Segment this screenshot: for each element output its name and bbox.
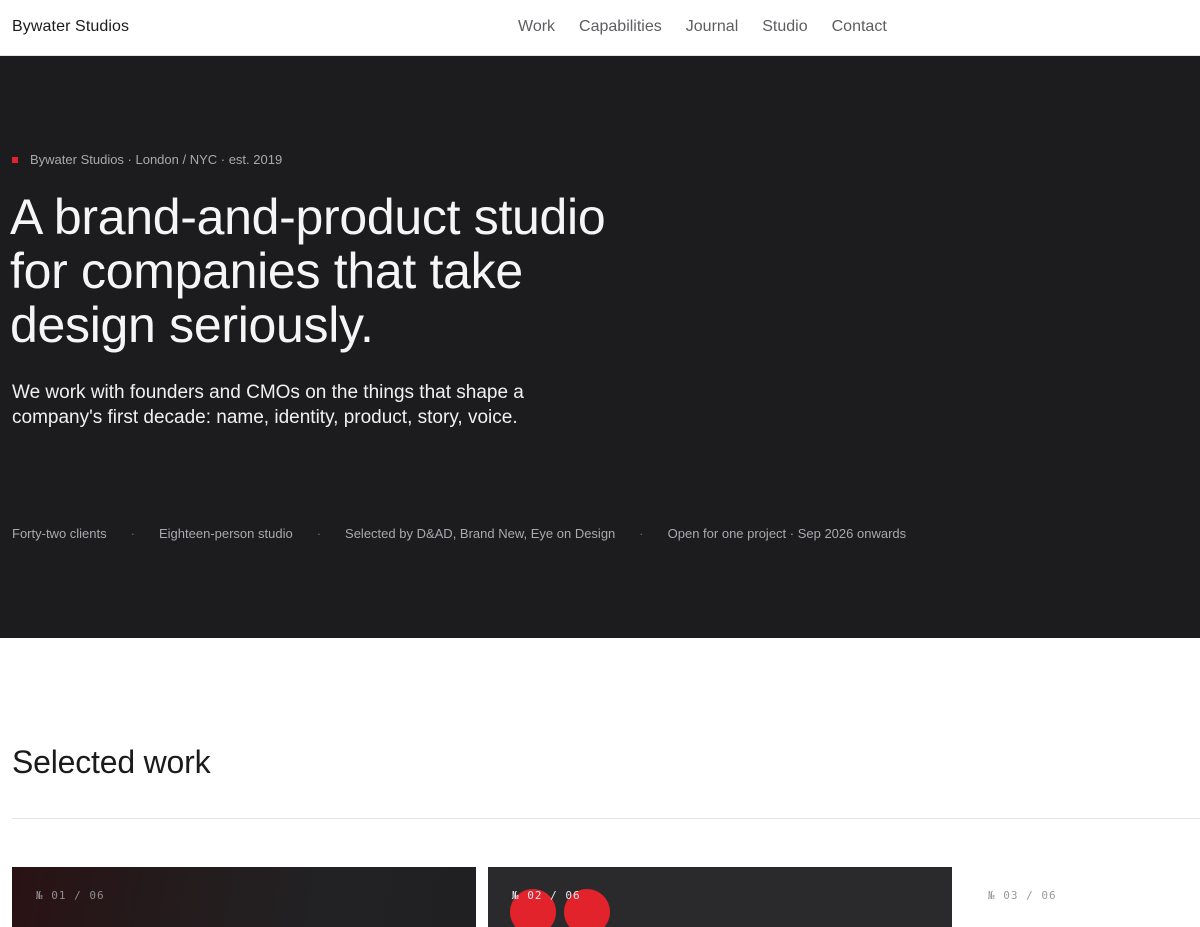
nav-link-capabilities[interactable]: Capabilities xyxy=(579,18,662,36)
nav-links: Work Capabilities Journal Studio Contact xyxy=(518,18,887,36)
card-number: № 03 / 06 xyxy=(988,889,1057,902)
stat-awards: Selected by D&AD, Brand New, Eye on Desi… xyxy=(345,526,616,541)
stat-separator: · xyxy=(130,526,135,541)
nav-link-work[interactable]: Work xyxy=(518,18,555,36)
hero-stats: Forty-two clients · Eighteen-person stud… xyxy=(12,526,906,541)
lede-line: We work with founders and CMOs on the th… xyxy=(12,382,524,403)
stat-team: Eighteen-person studio xyxy=(158,526,293,541)
divider xyxy=(12,818,1200,819)
headline-line: A brand-and-product studio xyxy=(10,189,606,245)
eyebrow-text: Bywater Studios · London / NYC · est. 20… xyxy=(30,152,283,167)
card-number: № 01 / 06 xyxy=(36,889,105,902)
brand-logo[interactable]: Bywater Studios xyxy=(12,18,129,36)
lede-line: company's first decade: name, identity, … xyxy=(12,407,518,428)
hero-eyebrow: Bywater Studios · London / NYC · est. 20… xyxy=(12,152,282,167)
work-card-1[interactable]: № 01 / 06 xyxy=(12,867,476,927)
stat-clients: Forty-two clients xyxy=(12,526,107,541)
stat-availability: Open for one project · Sep 2026 onwards xyxy=(667,526,907,541)
headline-line: for companies that take xyxy=(10,243,523,299)
hero-section: Bywater Studios · London / NYC · est. 20… xyxy=(0,56,1200,638)
stat-separator: · xyxy=(316,526,322,541)
hero-headline: A brand-and-product studio for companies… xyxy=(10,190,730,352)
card-number: № 02 / 06 xyxy=(512,889,581,902)
hero-lede: We work with founders and CMOs on the th… xyxy=(12,380,612,430)
red-square-icon xyxy=(12,156,18,163)
stat-separator: · xyxy=(639,526,644,541)
nav-link-journal[interactable]: Journal xyxy=(686,18,738,36)
headline-line: design seriously. xyxy=(10,297,374,353)
work-card-2[interactable]: № 02 / 06 xyxy=(488,867,952,927)
nav-link-contact[interactable]: Contact xyxy=(832,18,887,36)
nav-link-studio[interactable]: Studio xyxy=(762,18,807,36)
top-nav: Bywater Studios Work Capabilities Journa… xyxy=(0,0,1200,56)
section-title-selected-work: Selected work xyxy=(12,744,211,780)
work-card-3[interactable]: № 03 / 06 xyxy=(964,867,1200,927)
